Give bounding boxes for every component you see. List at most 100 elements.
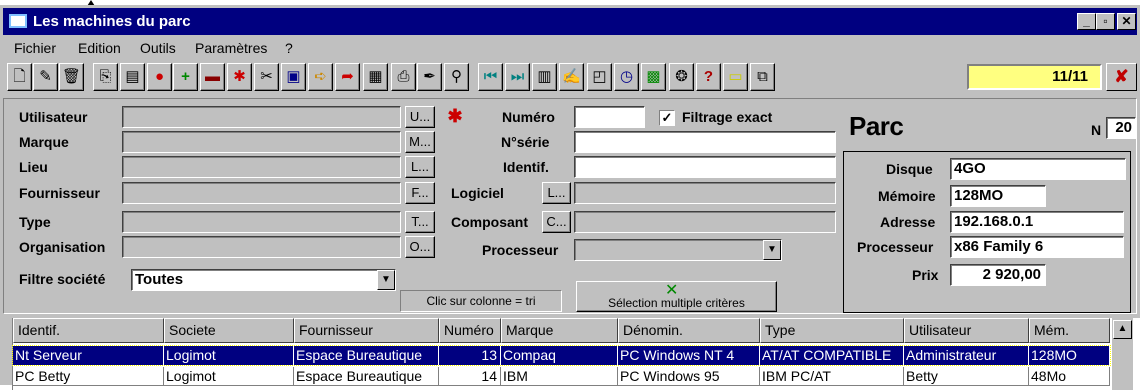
network-filter-icon[interactable]: ✱	[441, 106, 469, 128]
refresh-icon[interactable]: ●	[147, 63, 172, 91]
minimize-button[interactable]: _	[1077, 13, 1096, 30]
nserie-field[interactable]	[574, 131, 836, 153]
cell-denomin: PC Windows 95	[618, 367, 760, 386]
tools-icon[interactable]: ✂	[254, 63, 279, 91]
col-header-denomin[interactable]: Dénomin.	[618, 318, 760, 343]
help-icon[interactable]: ?	[696, 63, 721, 91]
multi-select-button[interactable]: ✕ Sélection multiple critères	[576, 281, 777, 312]
cell-societe: Logimot	[164, 367, 294, 386]
utilisateur-picker-button[interactable]: U...	[405, 106, 435, 128]
marque-picker-button[interactable]: M...	[405, 131, 435, 153]
logiciel-field[interactable]	[574, 182, 836, 204]
lieu-picker-button[interactable]: L...	[405, 156, 435, 178]
processeur-filter-select[interactable]: ▼	[574, 239, 782, 261]
organisation-label: Organisation	[19, 239, 106, 255]
menu-edition[interactable]: Edition	[78, 40, 121, 56]
maximize-button[interactable]: ▫	[1096, 13, 1115, 30]
numero-field[interactable]	[574, 106, 645, 128]
n-label: N	[1091, 122, 1102, 138]
fournisseur-label: Fournisseur	[19, 185, 100, 201]
grid-icon[interactable]: ▩	[641, 63, 666, 91]
filtrage-exact-label: Filtrage exact	[682, 109, 773, 125]
composant-picker-button[interactable]: C...	[542, 211, 571, 233]
cell-mem: 128MO	[1029, 346, 1110, 365]
cell-utilisateur: Betty	[904, 367, 1029, 386]
new-icon[interactable]: 🗋	[7, 63, 32, 91]
adresse-label: Adresse	[880, 214, 936, 230]
lieu-field[interactable]	[122, 156, 401, 178]
composant-label: Composant	[451, 214, 528, 230]
type-picker-button[interactable]: T...	[405, 211, 435, 233]
book-icon[interactable]: ▥	[532, 63, 557, 91]
marque-field[interactable]	[122, 131, 401, 153]
app-icon	[9, 14, 27, 28]
fournisseur-picker-button[interactable]: F...	[405, 182, 435, 204]
menu-outils[interactable]: Outils	[140, 40, 176, 56]
composant-field[interactable]	[574, 211, 836, 233]
table-row[interactable]: Nt Serveur Logimot Espace Bureautique 13…	[12, 345, 1111, 366]
cell-marque: Compaq	[501, 346, 618, 365]
toolbar: 🗋 ✎ 🗑 ⎘ ▤ ● + ▬ ✱ ✂ ▣ ➪ ➦ ▦ ⎙ ✒ ⚲ ⏮ ⏭ ▥ …	[3, 63, 1137, 93]
cell-fournisseur: Espace Bureautique	[294, 346, 439, 365]
scroll-up-icon[interactable]: ▲	[1113, 320, 1132, 339]
table-row[interactable]: PC Betty Logimot Espace Bureautique 14 I…	[13, 367, 1110, 386]
coins-icon[interactable]: ❂	[669, 63, 694, 91]
edit-icon[interactable]: ✎	[33, 63, 58, 91]
table-scrollbar[interactable]: ▲	[1112, 318, 1133, 390]
last-record-icon[interactable]: ⏭	[505, 63, 530, 91]
calculator-icon[interactable]: ▦	[363, 63, 388, 91]
folder-icon[interactable]: ▭	[723, 63, 748, 91]
memory-icon[interactable]: ▬	[200, 63, 225, 91]
close-icon[interactable]: ✘	[1106, 63, 1137, 91]
filtre-societe-value: Toutes	[135, 271, 184, 288]
arrow-right-icon[interactable]: ➪	[308, 63, 333, 91]
filtre-societe-label: Filtre société	[19, 271, 106, 287]
menu-fichier[interactable]: Fichier	[14, 40, 56, 56]
logiciel-label: Logiciel	[451, 185, 504, 201]
chevron-down-icon[interactable]: ▼	[763, 240, 781, 260]
main-window: Les machines du parc _ ▫ ✕ Fichier Editi…	[0, 5, 1140, 390]
chevron-down-icon[interactable]: ▼	[377, 270, 395, 290]
network-icon[interactable]: ✱	[227, 63, 252, 91]
col-header-mem[interactable]: Mém.	[1029, 318, 1110, 343]
col-header-utilisateur[interactable]: Utilisateur	[904, 318, 1029, 343]
copy-icon[interactable]: ⎘	[93, 63, 118, 91]
col-header-fournisseur[interactable]: Fournisseur	[294, 318, 439, 343]
utilisateur-field[interactable]	[122, 106, 401, 128]
window-icon[interactable]: ⧉	[750, 63, 775, 91]
cell-societe: Logimot	[164, 346, 294, 365]
trash-icon[interactable]: 🗑	[59, 63, 84, 91]
print-icon[interactable]: ▤	[120, 63, 145, 91]
col-header-marque[interactable]: Marque	[501, 318, 618, 343]
first-record-icon[interactable]: ⏮	[478, 63, 503, 91]
title-bar[interactable]: Les machines du parc _ ▫ ✕	[3, 8, 1137, 35]
computer-icon[interactable]: ▣	[281, 63, 306, 91]
menu-parametres[interactable]: Paramètres	[195, 40, 267, 56]
logiciel-picker-button[interactable]: L...	[542, 182, 571, 204]
cell-marque: IBM	[501, 367, 618, 386]
cell-denomin: PC Windows NT 4	[618, 346, 760, 365]
identif-field[interactable]	[574, 156, 836, 178]
filtre-societe-select[interactable]: Toutes ▼	[131, 269, 396, 291]
add-remove-icon[interactable]: +	[173, 63, 198, 91]
exit-icon[interactable]: ➦	[335, 63, 360, 91]
notes-icon[interactable]: ✍	[559, 63, 584, 91]
pen-icon[interactable]: ✒	[417, 63, 442, 91]
window-title: Les machines du parc	[33, 13, 191, 30]
organisation-picker-button[interactable]: O...	[405, 236, 435, 258]
printer-icon[interactable]: ⎙	[391, 63, 416, 91]
cell-fournisseur: Espace Bureautique	[294, 367, 439, 386]
type-field[interactable]	[122, 211, 401, 233]
search-icon[interactable]: ⚲	[444, 63, 469, 91]
organisation-field[interactable]	[122, 236, 401, 258]
close-window-button[interactable]: ✕	[1117, 13, 1136, 30]
col-header-numero[interactable]: Numéro	[439, 318, 501, 343]
fournisseur-field[interactable]	[122, 182, 401, 204]
col-header-identif[interactable]: Identif.	[13, 318, 164, 343]
col-header-societe[interactable]: Societe	[164, 318, 294, 343]
col-header-type[interactable]: Type	[760, 318, 904, 343]
frame-icon[interactable]: ◰	[587, 63, 612, 91]
menu-help[interactable]: ?	[285, 40, 293, 56]
clock-icon[interactable]: ◷	[614, 63, 639, 91]
filtrage-exact-checkbox[interactable]: ✓	[659, 110, 675, 126]
